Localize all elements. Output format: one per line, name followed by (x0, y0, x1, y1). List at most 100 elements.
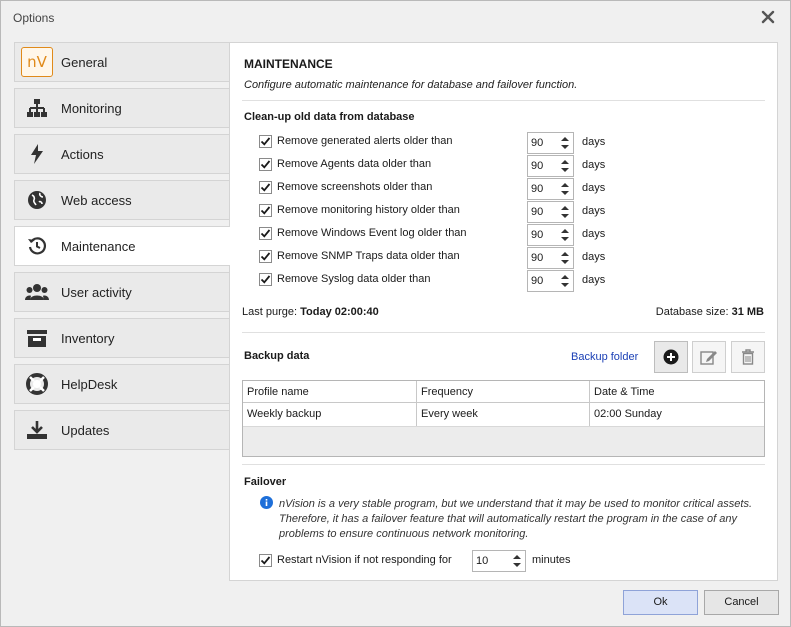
checkmark-icon (260, 160, 271, 169)
divider (242, 332, 765, 333)
restart-unit: minutes (532, 554, 571, 566)
sidebar-item-label: Maintenance (61, 238, 136, 254)
sidebar-item-label: General (61, 54, 108, 70)
add-backup-button[interactable] (654, 341, 688, 373)
info-icon (260, 496, 273, 509)
backup-section-title: Backup data (244, 350, 310, 362)
stepper-down-icon[interactable] (561, 237, 569, 241)
days-stepper[interactable]: 90 (527, 247, 574, 269)
history-icon (19, 228, 55, 264)
ok-button[interactable]: Ok (623, 590, 698, 615)
edit-backup-button[interactable] (692, 341, 726, 373)
nv-logo-icon: nV (19, 44, 55, 80)
cleanup-checkbox[interactable] (259, 135, 272, 148)
column-header-frequency[interactable]: Frequency (416, 381, 589, 402)
stepper-arrows (559, 133, 573, 153)
stepper-arrows (559, 248, 573, 268)
days-stepper[interactable]: 90 (527, 132, 574, 154)
days-unit: days (582, 205, 606, 217)
stepper-value: 90 (531, 275, 544, 287)
stepper-down-icon[interactable] (561, 283, 569, 287)
cleanup-checkbox[interactable] (259, 204, 272, 217)
sidebar-item-web-access[interactable]: Web access (14, 180, 229, 220)
sidebar-item-label: Inventory (61, 330, 115, 346)
sidebar-item-general[interactable]: nV General (14, 42, 229, 82)
close-icon[interactable] (760, 9, 776, 25)
stepper-value: 10 (476, 555, 489, 567)
days-unit: days (582, 182, 606, 194)
stepper-up-icon[interactable] (561, 206, 569, 210)
stepper-down-icon[interactable] (561, 168, 569, 172)
stepper-down-icon[interactable] (513, 563, 521, 567)
sidebar-item-helpdesk[interactable]: HelpDesk (14, 364, 229, 404)
sidebar-item-user-activity[interactable]: User activity (14, 272, 229, 312)
stepper-down-icon[interactable] (561, 214, 569, 218)
table-header: Profile name Frequency Date & Time (243, 381, 764, 403)
sidebar-item-inventory[interactable]: Inventory (14, 318, 229, 358)
days-stepper[interactable]: 90 (527, 224, 574, 246)
restart-minutes-stepper[interactable]: 10 (472, 550, 526, 572)
sidebar-item-label: User activity (61, 284, 132, 300)
backup-folder-link[interactable]: Backup folder (571, 351, 638, 363)
stepper-arrows (559, 271, 573, 291)
stepper-up-icon[interactable] (561, 160, 569, 164)
delete-backup-button[interactable] (731, 341, 765, 373)
checkmark-icon (260, 556, 271, 565)
stepper-up-icon[interactable] (561, 183, 569, 187)
sidebar-item-label: HelpDesk (61, 376, 118, 392)
last-purge: Last purge: Today 02:00:40 (242, 306, 379, 318)
column-header-datetime[interactable]: Date & Time (589, 381, 764, 402)
db-size-label: Database size: (655, 306, 729, 318)
stepper-value: 90 (531, 160, 544, 172)
edit-icon (700, 351, 717, 365)
days-unit: days (582, 136, 606, 148)
cleanup-checkbox[interactable] (259, 273, 272, 286)
stepper-down-icon[interactable] (561, 145, 569, 149)
days-unit: days (582, 159, 606, 171)
stepper-up-icon[interactable] (561, 252, 569, 256)
database-size: Database size: 31 MB (656, 306, 764, 318)
stepper-value: 90 (531, 183, 544, 195)
stepper-up-icon[interactable] (561, 137, 569, 141)
divider (242, 100, 765, 101)
cleanup-checkbox[interactable] (259, 181, 272, 194)
network-icon (19, 90, 55, 126)
stepper-down-icon[interactable] (561, 260, 569, 264)
stepper-up-icon[interactable] (561, 275, 569, 279)
stepper-up-icon[interactable] (561, 229, 569, 233)
cleanup-label: Remove monitoring history older than (277, 204, 460, 216)
cleanup-label: Remove Syslog data older than (277, 273, 431, 285)
cleanup-checkbox[interactable] (259, 250, 272, 263)
sidebar-item-actions[interactable]: Actions (14, 134, 229, 174)
stepper-value: 90 (531, 137, 544, 149)
stepper-arrows (559, 179, 573, 199)
checkmark-icon (260, 275, 271, 284)
sidebar-item-label: Updates (61, 422, 110, 438)
table-row[interactable]: Weekly backup Every week 02:00 Sunday (243, 403, 764, 427)
sidebar-item-updates[interactable]: Updates (14, 410, 229, 450)
cancel-button[interactable]: Cancel (704, 590, 779, 615)
restart-checkbox[interactable] (259, 554, 272, 567)
stepper-up-icon[interactable] (513, 555, 521, 559)
sidebar-item-maintenance[interactable]: Maintenance (14, 226, 230, 266)
days-stepper[interactable]: 90 (527, 155, 574, 177)
db-size-value: 31 MB (731, 306, 764, 318)
cell-frequency: Every week (416, 403, 589, 426)
stepper-arrows (511, 551, 525, 571)
days-stepper[interactable]: 90 (527, 201, 574, 223)
stepper-down-icon[interactable] (561, 191, 569, 195)
backup-table: Profile name Frequency Date & Time Weekl… (242, 380, 765, 457)
sidebar-item-monitoring[interactable]: Monitoring (14, 88, 229, 128)
checkmark-icon (260, 206, 271, 215)
days-stepper[interactable]: 90 (527, 178, 574, 200)
cell-datetime: 02:00 Sunday (589, 403, 764, 426)
globe-icon (19, 182, 55, 218)
column-header-profile[interactable]: Profile name (243, 381, 416, 402)
cleanup-checkbox[interactable] (259, 227, 272, 240)
cleanup-checkbox[interactable] (259, 158, 272, 171)
options-window: Options nV General Monitoring Actions We… (0, 0, 791, 627)
stepper-arrows (559, 225, 573, 245)
days-stepper[interactable]: 90 (527, 270, 574, 292)
cleanup-label: Remove generated alerts older than (277, 135, 453, 147)
users-icon (19, 274, 55, 310)
